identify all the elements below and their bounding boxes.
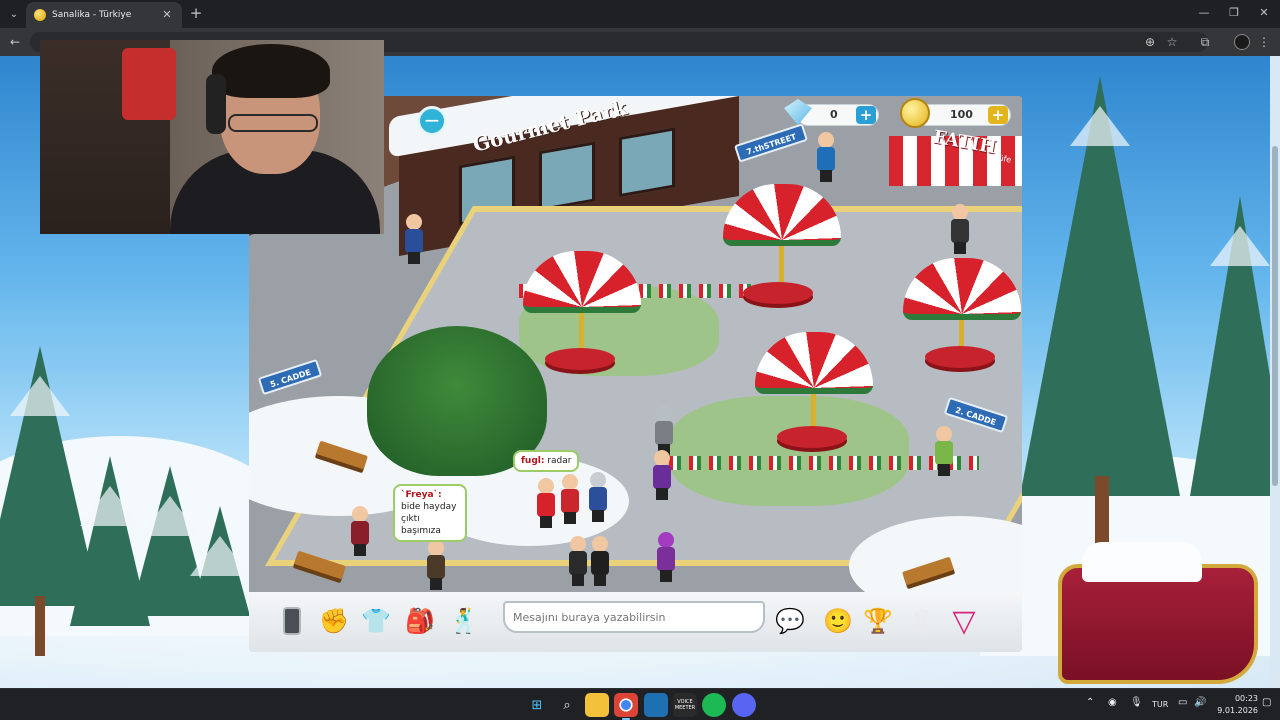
close-window-button[interactable]: ✕ [1256, 5, 1272, 21]
tab-strip: ⌄ Sanalika - Türkiye ✕ + — ❐ ✕ [0, 0, 1280, 28]
coin-value: 100 [950, 108, 973, 121]
cafe-table[interactable] [545, 348, 615, 370]
chat-bubbles-icon[interactable]: 💬 [773, 604, 807, 638]
profile-avatar[interactable] [1234, 34, 1250, 50]
avatar[interactable] [567, 536, 589, 586]
start-icon[interactable]: ⊞ [525, 693, 549, 717]
hands-icon[interactable]: ✊ [317, 604, 351, 638]
avatar-freya[interactable] [349, 506, 371, 556]
shop-window [539, 141, 595, 212]
dance-icon[interactable]: 🕺 [447, 604, 481, 638]
back-icon[interactable]: ← [7, 34, 23, 50]
avatar[interactable] [425, 540, 447, 590]
scrollbar-thumb[interactable] [1272, 146, 1278, 486]
tab-search-button[interactable]: ⌄ [4, 4, 24, 24]
chat-text: radar [547, 456, 572, 466]
network-icon[interactable]: ▭ [1178, 697, 1187, 708]
clock-date: 9.01.2026 [1217, 706, 1258, 715]
avatar-blonde[interactable] [933, 426, 955, 476]
zoom-out-button[interactable]: − [417, 106, 447, 136]
spotify-icon[interactable] [702, 693, 726, 717]
restore-button[interactable]: ❐ [1226, 5, 1242, 21]
discord-icon[interactable] [732, 693, 756, 717]
menu-triangle-icon[interactable]: ▽ [947, 604, 981, 639]
headset-icon [206, 74, 226, 134]
avatar-fugl[interactable] [535, 478, 557, 528]
add-coins-button[interactable]: + [988, 106, 1008, 124]
language-indicator[interactable]: TUR [1152, 700, 1168, 709]
pine-tree [1190, 196, 1280, 496]
market-umbrella [723, 184, 841, 286]
island-icon[interactable]: 🏝 [905, 604, 939, 638]
phone-icon[interactable] [275, 604, 309, 638]
pine-tree [190, 506, 250, 616]
chat-text: bide hayday çıktı başımıza [401, 502, 457, 536]
volume-icon[interactable]: 🔊 [1194, 697, 1206, 708]
chat-bubble-freya: `Freya`: bide hayday çıktı başımıza [393, 484, 467, 542]
avatar-purple[interactable] [651, 450, 673, 500]
grass-patch [669, 396, 909, 506]
tab-close-icon[interactable]: ✕ [160, 8, 174, 22]
extensions-icon[interactable]: ⧉ [1197, 34, 1213, 50]
red-jersey [122, 48, 176, 120]
santa-sleigh [1058, 542, 1258, 684]
tree-trunk [35, 596, 45, 656]
tray-discord-icon[interactable]: ◉ [1108, 697, 1117, 708]
coin-icon [900, 98, 930, 128]
chat-input[interactable] [503, 601, 765, 633]
cafe-table[interactable] [777, 426, 847, 448]
cafe-table[interactable] [925, 346, 995, 368]
star-icon[interactable]: ☆ [1164, 34, 1180, 50]
browser-tab[interactable]: Sanalika - Türkiye ✕ [26, 2, 182, 28]
chat-user: fugl: [521, 456, 545, 466]
backpack-icon[interactable]: 🎒 [403, 604, 437, 638]
avatar-shopkeeper[interactable] [949, 204, 971, 254]
microphone-icon[interactable]: 🎙 [1130, 697, 1143, 708]
zoom-icon[interactable]: ⊕ [1142, 34, 1158, 50]
clothing-icon[interactable]: 👕 [359, 604, 393, 638]
diamond-value: 0 [830, 108, 838, 121]
avatar-alien[interactable] [653, 406, 675, 456]
street-sign-7th[interactable]: 7.thSTREET [733, 123, 808, 163]
avatar[interactable] [587, 472, 609, 522]
diamond-counter: 0 + [784, 99, 879, 126]
file-explorer-icon[interactable] [585, 693, 609, 717]
page-scrollbar[interactable] [1270, 56, 1280, 688]
emoji-face-icon[interactable]: 🙂 [821, 604, 855, 638]
photos-icon[interactable] [644, 693, 668, 717]
avatar-blue-hair[interactable] [815, 132, 837, 182]
tab-title: Sanalika - Türkiye [52, 10, 132, 20]
trophy-icon[interactable]: 🏆 [861, 604, 895, 638]
chat-user: `Freya`: [401, 490, 442, 500]
shop-window [619, 127, 675, 198]
new-tab-button[interactable]: + [187, 5, 205, 23]
webcam-overlay [40, 40, 384, 234]
coin-counter: 100 + [900, 98, 1011, 128]
sanalika-favicon-icon [34, 9, 46, 21]
menu-icon[interactable]: ⋮ [1256, 34, 1272, 50]
notification-icon[interactable]: ▢ [1262, 697, 1271, 708]
avatar[interactable] [559, 474, 581, 524]
clock-time: 00:23 [1234, 694, 1258, 703]
voicemeeter-icon[interactable]: VOICE MEETER [673, 693, 697, 717]
diamond-icon [784, 99, 812, 125]
pine-tree [1020, 76, 1180, 496]
street-sign-5-cadde[interactable]: 5. CADDE [257, 358, 323, 396]
add-diamonds-button[interactable]: + [856, 106, 876, 124]
system-clock[interactable]: 00:23 9.01.2026 [1212, 693, 1258, 717]
minimize-button[interactable]: — [1196, 5, 1212, 21]
windows-taskbar: ⊞ ⌕ VOICE MEETER ⌃ ◉ 🎙 TUR ▭ 🔊 00:23 9.0… [0, 688, 1280, 720]
chat-bubble-fugl: fugl: radar [513, 450, 580, 472]
chrome-icon[interactable] [614, 693, 638, 720]
tray-chevron-icon[interactable]: ⌃ [1086, 697, 1094, 708]
search-icon[interactable]: ⌕ [555, 693, 579, 717]
cafe-table[interactable] [743, 282, 813, 304]
streamer-hair [212, 44, 330, 98]
avatar[interactable] [655, 532, 677, 582]
avatar[interactable] [589, 536, 611, 586]
game-control-bar: ✊ 👕 🎒 🕺 💬 🙂 🏆 🏝 ▽ [249, 592, 1022, 652]
glasses [228, 114, 318, 132]
avatar-police[interactable] [403, 214, 425, 264]
